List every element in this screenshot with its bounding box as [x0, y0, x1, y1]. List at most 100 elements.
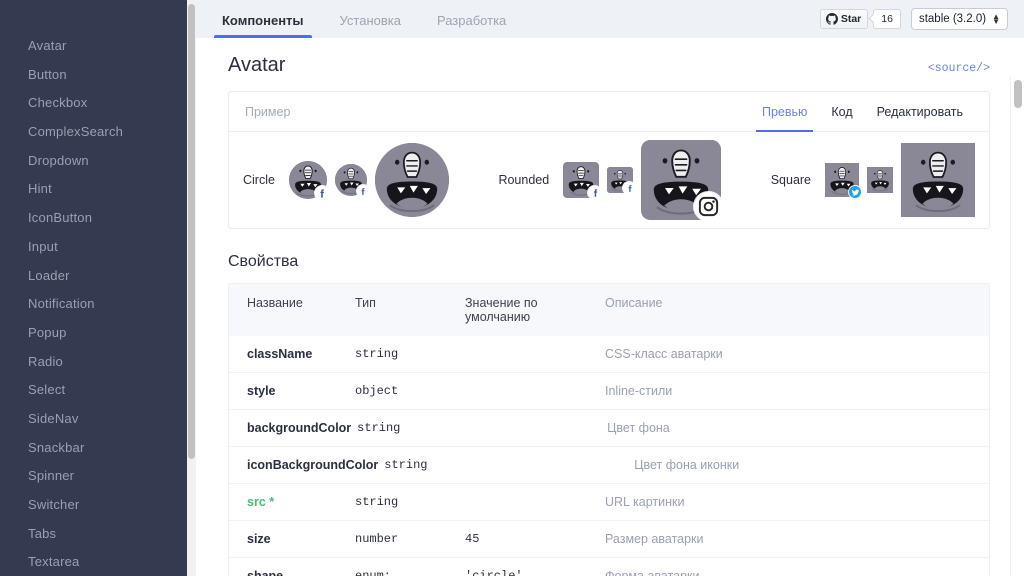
sidebar-item-label: Avatar: [28, 38, 67, 53]
sidebar-item-label: Radio: [28, 353, 63, 369]
sidebar-item-hint[interactable]: Hint: [0, 175, 196, 204]
sidebar-item-select[interactable]: Select: [0, 376, 196, 405]
sidebar-scrollbar[interactable]: [187, 0, 196, 576]
property-name-text: className: [247, 347, 313, 361]
avatar-demo-label: Rounded: [498, 173, 550, 187]
property-description: Цвет фона: [607, 421, 670, 435]
property-name: size: [229, 521, 355, 557]
sidebar-scrollbar-thumb[interactable]: [188, 4, 195, 459]
required-asterisk-icon: *: [265, 495, 275, 509]
table-row: shape enum:'circle''circle' Форма аватарки: [229, 557, 989, 576]
property-name-text: backgroundColor: [247, 421, 352, 435]
github-star-count[interactable]: 16: [873, 9, 901, 29]
page-title: Avatar: [228, 54, 286, 76]
page-scrollbar[interactable]: [1010, 76, 1024, 576]
version-select[interactable]: stable (3.2.0) ▲ ▼: [910, 8, 1008, 30]
property-description: URL картинки: [605, 495, 685, 509]
sidebar-item-notification[interactable]: Notification: [0, 290, 196, 319]
sidebar-item-label: Dropdown: [28, 152, 89, 168]
sidebar-item-avatar[interactable]: Avatar: [0, 32, 196, 61]
property-type-text: string: [357, 421, 401, 435]
property-type: string: [357, 410, 467, 446]
property-name: shape: [229, 558, 355, 576]
topbar-right-controls: Star 16 stable (3.2.0) ▲ ▼: [819, 8, 1008, 38]
example-tab-preview[interactable]: Превью: [750, 92, 819, 132]
table-row: src * string URL картинки: [229, 483, 989, 520]
properties-table-header-row: Название Тип Значение по умолчанию Описание: [229, 284, 989, 336]
github-star-widget: Star 16: [819, 9, 901, 29]
table-row: style object Inline-стили: [229, 372, 989, 409]
sidebar-item-label: Notification: [28, 296, 95, 312]
content-area: КомпонентыУстановкаРазработка Star 16: [196, 0, 1024, 576]
sidebar-item-button[interactable]: Button: [0, 61, 196, 90]
property-type-text: string: [355, 495, 399, 509]
sidebar-item-textarea[interactable]: Textarea: [0, 548, 196, 576]
column-header-type: Тип: [355, 296, 376, 310]
sidebar-item-popup[interactable]: Popup: [0, 319, 196, 348]
sidebar-item-input[interactable]: Input: [0, 233, 196, 262]
property-name-text: iconBackgroundColor: [247, 458, 379, 472]
sidebar-item-radio[interactable]: Radio: [0, 348, 196, 377]
sidebar-item-tabs[interactable]: Tabs: [0, 520, 196, 549]
sidebar-item-label: Button: [28, 66, 67, 82]
property-type-text: string: [355, 347, 399, 361]
table-row: iconBackgroundColor string Цвет фона иконк…: [229, 446, 989, 483]
sidebar: Avatar Button Checkbox ComplexSearch Dropdow…: [0, 0, 196, 576]
page-scrollbar-thumb[interactable]: [1014, 80, 1022, 108]
properties-table: Название Тип Значение по умолчанию Описание…: [228, 283, 990, 576]
properties-section-title: Свойства: [228, 253, 299, 270]
property-type: string: [355, 484, 465, 520]
property-description: Цвет фона иконки: [634, 458, 740, 472]
property-name-text: style: [247, 384, 276, 398]
property-description: Inline-стили: [605, 384, 673, 398]
property-description: Размер аватарки: [605, 532, 704, 546]
avatar-image: [867, 167, 894, 193]
avatar-demo-group-circle: Circle: [243, 143, 449, 217]
instagram-icon: [694, 192, 724, 221]
avatar-square-1: [867, 167, 894, 193]
sidebar-item-spinner[interactable]: Spinner: [0, 462, 196, 491]
topbar: КомпонентыУстановкаРазработка Star 16: [196, 0, 1024, 38]
facebook-icon: [314, 186, 329, 200]
sidebar-item-label: Checkbox: [28, 95, 88, 111]
property-name: backgroundColor: [229, 410, 357, 446]
sidebar-item-snackbar[interactable]: Snackbar: [0, 434, 196, 463]
property-name-text: size: [247, 532, 271, 546]
property-name-text: shape: [247, 569, 284, 576]
avatar-square-0: [825, 163, 862, 198]
property-default-value: [465, 373, 605, 395]
property-type: object: [355, 373, 465, 409]
tab-development[interactable]: Разработка: [419, 13, 524, 38]
property-name: className: [229, 336, 355, 372]
tab-components[interactable]: Компоненты: [204, 13, 322, 38]
table-row: className string CSS-класс аватарки: [229, 336, 989, 372]
sidebar-item-checkbox[interactable]: Checkbox: [0, 89, 196, 118]
property-default-value: [465, 336, 605, 358]
github-star-button[interactable]: Star: [819, 9, 869, 29]
avatar-demo-label: Circle: [243, 173, 275, 187]
avatar-rounded-0: [563, 162, 602, 199]
sidebar-item-label: Spinner: [28, 468, 75, 484]
page-header: Avatar <source/>: [218, 38, 990, 91]
sidebar-item-label: Popup: [28, 324, 67, 340]
tab-installation[interactable]: Установка: [322, 13, 419, 38]
sidebar-item-dropdown[interactable]: Dropdown: [0, 147, 196, 176]
property-type: string: [355, 336, 465, 372]
sidebar-item-sidenav[interactable]: SideNav: [0, 405, 196, 434]
sidebar-item-complexsearch[interactable]: ComplexSearch: [0, 118, 196, 147]
example-tab-edit[interactable]: Редактировать: [865, 92, 975, 132]
source-link[interactable]: <source/>: [928, 62, 990, 75]
avatar-image: [374, 143, 449, 217]
sidebar-item-iconbutton[interactable]: IconButton: [0, 204, 196, 233]
avatar-demo-group-rounded: Rounded: [498, 140, 724, 221]
avatar-circle-2: [374, 143, 449, 217]
example-card-title: Пример: [245, 104, 291, 119]
sidebar-item-switcher[interactable]: Switcher: [0, 491, 196, 520]
page-body: Avatar <source/> Пример Превью Код Редакти…: [196, 38, 1024, 576]
property-name: iconBackgroundColor: [229, 447, 384, 483]
sidebar-item-loader[interactable]: Loader: [0, 262, 196, 291]
example-tab-code[interactable]: Код: [819, 92, 864, 132]
sidebar-item-label: Loader: [28, 267, 70, 283]
property-default-value: [465, 484, 605, 506]
example-card-body: Circle Rounded Square: [229, 132, 989, 228]
